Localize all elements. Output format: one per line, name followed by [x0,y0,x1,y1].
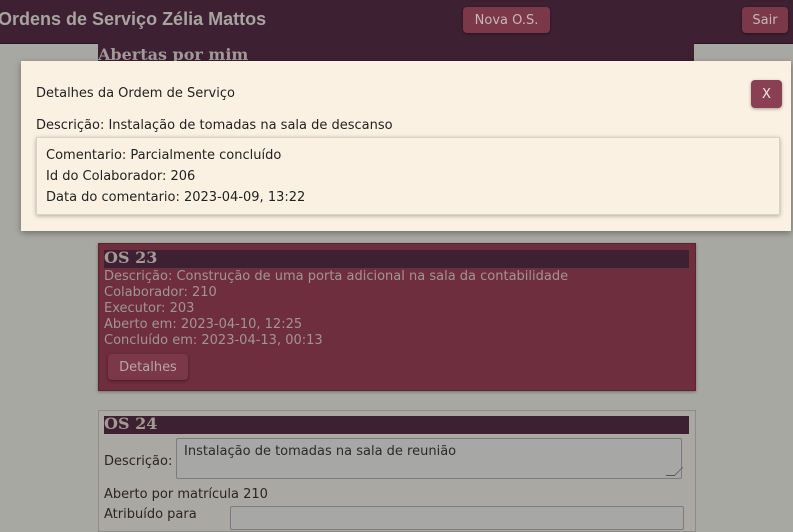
comment-date: Data do comentario: 2023-04-09, 13:22 [46,190,306,205]
modal-description: Descrição: Instalação de tomadas na sala… [36,118,393,133]
details-button[interactable]: Detalhes [108,354,188,380]
order-completed-date: Concluído em: 2023-04-13, 00:13 [104,333,323,348]
order-card-header: OS 23 [104,248,689,268]
app-title: Ordens de Serviço Zélia Mattos [0,9,267,29]
order-collaborator: Colaborador: 210 [104,285,217,300]
order-description: Descrição: Construção de uma porta adici… [104,269,569,284]
new-order-button[interactable]: Nova O.S. [463,7,550,33]
description-label: Descrição: [104,454,173,469]
order-executor: Executor: 203 [104,301,195,316]
modal-title: Detalhes da Ordem de Serviço [36,86,235,101]
app-header: Ordens de Serviço Zélia Mattos Nova O.S.… [0,0,793,44]
opened-by-label: Aberto por matrícula 210 [104,487,268,502]
assignee-select[interactable] [230,506,684,530]
close-button[interactable]: X [751,80,782,108]
comment-text: Comentario: Parcialmente concluído [46,148,282,163]
comment-box: Comentario: Parcialmente concluído Id do… [36,137,780,215]
order-title: OS 23 [104,248,158,267]
order-card-header: OS 24 [104,414,689,434]
description-textarea[interactable]: Instalação de tomadas na sala de reunião [176,438,684,479]
order-title: OS 24 [104,414,158,433]
assigned-to-label: Atribuído para [104,507,197,522]
details-modal: Detalhes da Ordem de Serviço X Descrição… [21,61,791,231]
resize-grip-icon[interactable] [665,467,684,476]
order-card-completed: OS 23 Descrição: Construção de uma porta… [98,243,696,391]
comment-collaborator-id: Id do Colaborador: 206 [46,169,196,184]
order-opened-date: Aberto em: 2023-04-10, 12:25 [104,317,303,332]
order-card-open: OS 24 Descrição: Instalação de tomadas n… [98,410,696,532]
exit-button[interactable]: Sair [742,7,788,33]
description-value: Instalação de tomadas na sala de reunião [184,444,457,459]
